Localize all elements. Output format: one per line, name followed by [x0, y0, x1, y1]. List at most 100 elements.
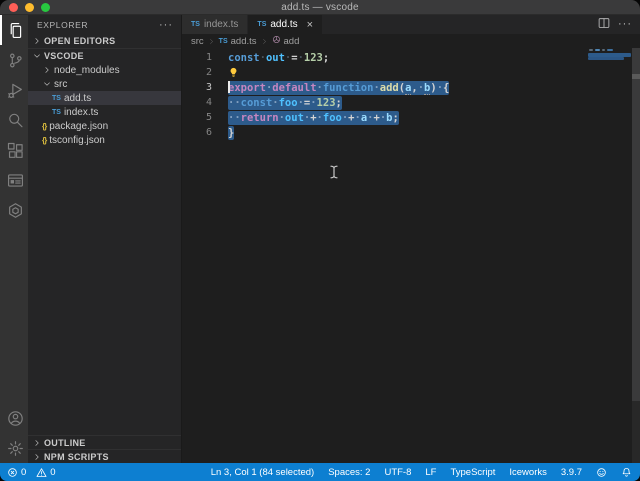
- code-line-1[interactable]: 1const·out·=·123;: [182, 50, 640, 65]
- tree-item-src[interactable]: src: [28, 77, 181, 91]
- section-npm-scripts[interactable]: NPM SCRIPTS: [28, 449, 181, 463]
- section-label: OUTLINE: [44, 438, 86, 448]
- line-content: ··const·foo·=·123;: [228, 95, 342, 110]
- text-cursor-pointer-icon: [328, 164, 340, 180]
- code-line-5[interactable]: 5··return·out·+·foo·+·a·+·b;: [182, 110, 640, 125]
- editor-column: TS index.ts TSadd.ts× ··· src TSadd.ts add 1…: [182, 15, 640, 463]
- tree-item-label: package.json: [49, 121, 108, 132]
- bell-icon[interactable]: [621, 467, 632, 478]
- explorer-icon[interactable]: [0, 15, 28, 45]
- code-token: out: [285, 112, 304, 124]
- breadcrumb-label: add: [284, 36, 300, 47]
- file-tree: node_modulessrcTSadd.tsTSindex.ts{}packa…: [28, 63, 181, 147]
- lightbulb-code-action-icon[interactable]: [228, 67, 239, 78]
- title-bar: add.ts — vscode: [0, 0, 640, 15]
- account-icon[interactable]: [0, 403, 28, 433]
- breadcrumb-item-add[interactable]: add: [272, 35, 300, 47]
- minimap-mark: [602, 49, 605, 51]
- run-and-debug-icon[interactable]: [0, 75, 28, 105]
- status-iceworks[interactable]: Iceworks: [509, 467, 546, 478]
- line-number[interactable]: 3: [182, 82, 212, 93]
- tree-item-add-ts[interactable]: TSadd.ts: [28, 91, 181, 105]
- warning-icon: [36, 467, 47, 478]
- warnings-count[interactable]: 0: [36, 467, 55, 478]
- close-window-button[interactable]: [9, 3, 18, 12]
- sidebar-more-actions-button[interactable]: ···: [159, 22, 173, 28]
- line-content: export·default·function·add(a,·b)·{: [228, 80, 449, 95]
- tab-add-ts[interactable]: TSadd.ts×: [248, 15, 323, 34]
- json-file-icon: {}: [42, 136, 46, 145]
- close-tab-icon[interactable]: ×: [307, 20, 313, 30]
- breadcrumb-item-src[interactable]: src: [191, 36, 204, 47]
- line-number[interactable]: 1: [182, 52, 212, 63]
- code-token: const: [228, 52, 260, 64]
- extensions-icon[interactable]: [0, 135, 28, 165]
- dependencies-icon[interactable]: [0, 195, 28, 225]
- code-line-4[interactable]: 4 ··const·foo·=·123;: [182, 95, 640, 110]
- errors-count[interactable]: 0: [7, 467, 26, 478]
- line-number[interactable]: 5: [182, 112, 212, 123]
- minimize-window-button[interactable]: [25, 3, 34, 12]
- status-ln-3-col-1-84-selected[interactable]: Ln 3, Col 1 (84 selected): [211, 467, 315, 478]
- status-spaces-2[interactable]: Spaces: 2: [328, 467, 370, 478]
- code-token: ;: [336, 97, 342, 109]
- zoom-window-button[interactable]: [41, 3, 50, 12]
- code-token: return: [241, 112, 279, 124]
- scrollbar-track[interactable]: [632, 48, 640, 401]
- typescript-file-icon: TS: [52, 109, 61, 116]
- status-utf-8[interactable]: UTF-8: [384, 467, 411, 478]
- sidebar-title: EXPLORER: [37, 20, 88, 30]
- editor-more-actions-button[interactable]: ···: [618, 22, 632, 27]
- whitespace-dots: ··: [228, 112, 241, 124]
- chevron-down-icon: [42, 80, 51, 89]
- tree-item-label: index.ts: [64, 107, 98, 118]
- code-line-6[interactable]: 6}: [182, 125, 640, 140]
- status-lf[interactable]: LF: [425, 467, 436, 478]
- tree-item-index-ts[interactable]: TSindex.ts: [28, 105, 181, 119]
- code-line-3[interactable]: 3 export·default·function·add(a,·b)·{: [182, 80, 640, 95]
- app-window-icon[interactable]: [0, 165, 28, 195]
- breadcrumb-item-add-ts[interactable]: TSadd.ts: [219, 36, 257, 47]
- source-control-icon[interactable]: [0, 45, 28, 75]
- tree-item-label: tsconfig.json: [49, 135, 105, 146]
- tree-item-package-json[interactable]: {}package.json: [28, 119, 181, 133]
- chevron-right-icon: [32, 438, 41, 447]
- feedback-icon[interactable]: [596, 467, 607, 478]
- line-number[interactable]: 4: [182, 97, 212, 108]
- typescript-file-icon: TS: [191, 21, 200, 28]
- tabs-container: TS index.ts TSadd.ts×: [182, 15, 323, 34]
- split-editor-icon[interactable]: [598, 16, 610, 34]
- search-icon[interactable]: [0, 105, 28, 135]
- settings-icon[interactable]: [0, 433, 28, 463]
- status-3-9-7[interactable]: 3.9.7: [561, 467, 582, 478]
- whitespace-dots: ··: [228, 97, 241, 109]
- workspace-section[interactable]: VSCODE: [28, 49, 181, 63]
- scrollbar-thumb[interactable]: [632, 74, 640, 79]
- line-number[interactable]: 2: [182, 67, 212, 78]
- activity-bar: [0, 15, 28, 463]
- status-typescript[interactable]: TypeScript: [450, 467, 495, 478]
- code-line-2[interactable]: 2: [182, 65, 640, 80]
- tree-item-node-modules[interactable]: node_modules: [28, 63, 181, 77]
- chevron-right-icon: [261, 38, 268, 45]
- code-token: const: [241, 97, 273, 109]
- minimap[interactable]: [588, 49, 631, 61]
- warning-count-value: 0: [50, 467, 55, 478]
- activity-bar-spacer: [0, 225, 28, 403]
- code-token: 123: [317, 97, 336, 109]
- line-number[interactable]: 6: [182, 127, 212, 138]
- open-editors-section[interactable]: OPEN EDITORS: [28, 34, 181, 49]
- minimap-selection-block-2: [588, 57, 624, 60]
- tab-index-ts[interactable]: TS index.ts: [182, 15, 248, 34]
- tree-item-tsconfig-json[interactable]: {}tsconfig.json: [28, 133, 181, 147]
- tab-label: index.ts: [204, 19, 238, 30]
- selection-highlight: ··const·foo·=·123;: [228, 96, 342, 110]
- code-editor[interactable]: 1const·out·=·123;23export·default·functi…: [182, 48, 640, 463]
- section-outline[interactable]: OUTLINE: [28, 435, 181, 449]
- tree-item-label: add.ts: [64, 93, 91, 104]
- minimap-line-marks: [589, 49, 613, 51]
- scrollbar-track-lower: [632, 401, 640, 463]
- selection-highlight: }: [228, 126, 234, 140]
- minimap-mark: [589, 49, 593, 51]
- line-content: }: [228, 125, 234, 140]
